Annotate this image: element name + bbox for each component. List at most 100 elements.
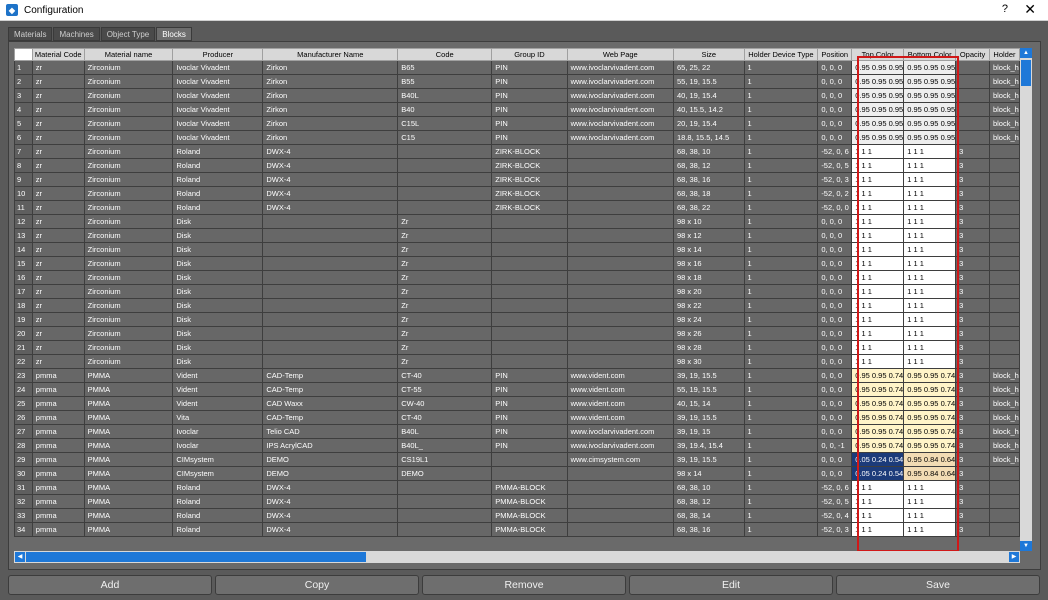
table-cell[interactable]: 1 1 1 [851,270,905,285]
table-cell[interactable]: DEMO [397,466,493,481]
table-cell[interactable] [262,214,399,229]
table-cell[interactable]: 3 [955,242,990,257]
edit-button[interactable]: Edit [629,575,833,595]
horizontal-scroll-thumb[interactable] [26,552,366,562]
table-cell[interactable]: Zr [397,312,493,327]
table-cell[interactable]: 3 [955,354,990,369]
table-cell[interactable]: CIMsystem [172,466,264,481]
table-cell[interactable]: 1 [743,60,819,75]
table-cell[interactable] [988,242,1020,257]
table-cell[interactable]: 98 x 18 [673,270,745,285]
table-cell[interactable]: Roland [172,480,264,495]
row-number[interactable]: 33 [14,508,33,523]
table-cell[interactable]: 0.95 0.84 0.64 [903,466,957,481]
table-cell[interactable] [566,284,675,299]
save-button[interactable]: Save [836,575,1040,595]
table-cell[interactable]: -52, 0, 2 [817,186,853,201]
table-cell[interactable]: 0, 0, 0 [817,354,853,369]
table-cell[interactable]: Roland [172,522,264,537]
table-cell[interactable]: zr [31,326,85,341]
table-cell[interactable]: Zr [397,228,493,243]
table-cell[interactable]: 0.95 0.95 0.74 [903,438,957,453]
table-cell[interactable] [566,312,675,327]
table-cell[interactable] [988,466,1020,481]
add-button[interactable]: Add [8,575,212,595]
table-cell[interactable]: PIN [491,60,568,75]
table-cell[interactable]: zr [31,312,85,327]
table-cell[interactable]: Zr [397,354,493,369]
scroll-left-icon[interactable]: ◀ [15,552,25,562]
table-cell[interactable]: 0, 0, 0 [817,74,853,89]
table-cell[interactable]: 1 [743,354,819,369]
table-cell[interactable]: 1 [743,214,819,229]
table-cell[interactable]: Zirconium [83,172,174,187]
table-cell[interactable]: Zr [397,298,493,313]
table-cell[interactable]: 1 1 1 [851,312,905,327]
table-cell[interactable]: 3 [955,382,990,397]
column-header[interactable]: Material name [83,48,174,61]
table-cell[interactable]: www.cimsystem.com [566,452,675,467]
table-cell[interactable] [566,214,675,229]
table-cell[interactable]: 40, 19, 15.4 [673,88,745,103]
table-cell[interactable]: Ivoclar Vivadent [172,60,264,75]
table-cell[interactable]: pmma [31,438,85,453]
table-cell[interactable]: zr [31,284,85,299]
table-cell[interactable]: 1 [743,74,819,89]
table-cell[interactable]: PMMA [83,508,174,523]
table-cell[interactable]: 39, 19, 15 [673,424,745,439]
table-cell[interactable]: 0, 0, 0 [817,284,853,299]
table-cell[interactable]: Ivoclar Vivadent [172,102,264,117]
table-cell[interactable]: 98 x 26 [673,326,745,341]
table-row[interactable]: 18 zr Zirconium Disk Zr 98 x 22 1 0, 0, 01 1 11… [14,298,1020,313]
table-cell[interactable]: 1 1 1 [851,354,905,369]
table-cell[interactable]: zr [31,228,85,243]
table-cell[interactable] [566,158,675,173]
table-cell[interactable]: Zirconium [83,130,174,145]
table-cell[interactable]: 1 1 1 [903,144,957,159]
table-cell[interactable]: 0.95 0.95 0.95 [851,102,905,117]
table-row[interactable]: 15 zr Zirconium Disk Zr 98 x 16 1 0, 0, 01 1 11… [14,256,1020,271]
table-cell[interactable] [491,256,568,271]
table-cell[interactable] [955,88,990,103]
table-cell[interactable]: 1 [743,480,819,495]
table-cell[interactable]: 1 [743,508,819,523]
table-cell[interactable]: 1 1 1 [903,200,957,215]
table-cell[interactable]: 1 1 1 [903,494,957,509]
table-cell[interactable] [988,270,1020,285]
row-number[interactable]: 18 [14,298,33,313]
table-cell[interactable]: Zirconium [83,256,174,271]
table-cell[interactable]: DWX-4 [262,508,399,523]
table-cell[interactable]: 68, 38, 16 [673,522,745,537]
table-cell[interactable]: PMMA-BLOCK [491,480,568,495]
table-cell[interactable]: PMMA [83,494,174,509]
table-cell[interactable]: Zirkon [262,130,399,145]
table-cell[interactable]: 1 1 1 [903,256,957,271]
table-cell[interactable]: 0.95 0.95 0.95 [851,60,905,75]
table-cell[interactable]: www.vident.com [566,382,675,397]
row-number[interactable]: 9 [14,172,33,187]
table-cell[interactable]: 0.05 0.24 0.54 [851,466,905,481]
table-cell[interactable]: 39, 19, 15.5 [673,452,745,467]
table-cell[interactable]: www.ivoclarvivadent.com [566,424,675,439]
table-cell[interactable]: 3 [955,200,990,215]
table-cell[interactable]: 1 1 1 [851,228,905,243]
table-cell[interactable] [988,284,1020,299]
table-cell[interactable]: 1 [743,186,819,201]
table-cell[interactable]: 98 x 30 [673,354,745,369]
table-cell[interactable]: block_h [988,130,1020,145]
table-cell[interactable]: zr [31,172,85,187]
table-cell[interactable] [566,256,675,271]
table-cell[interactable]: 1 1 1 [851,522,905,537]
table-cell[interactable]: 3 [955,396,990,411]
table-cell[interactable]: block_h [988,438,1020,453]
table-cell[interactable]: Ivoclar [172,424,264,439]
table-cell[interactable]: 0, 0, 0 [817,368,853,383]
table-cell[interactable]: B40L [397,88,493,103]
table-cell[interactable]: 0.95 0.95 0.95 [903,102,957,117]
table-cell[interactable]: 1 [743,102,819,117]
table-cell[interactable]: 98 x 20 [673,284,745,299]
table-cell[interactable] [262,270,399,285]
table-cell[interactable]: Zirconium [83,298,174,313]
table-cell[interactable]: Zirconium [83,214,174,229]
table-cell[interactable]: 0.95 0.95 0.74 [851,424,905,439]
